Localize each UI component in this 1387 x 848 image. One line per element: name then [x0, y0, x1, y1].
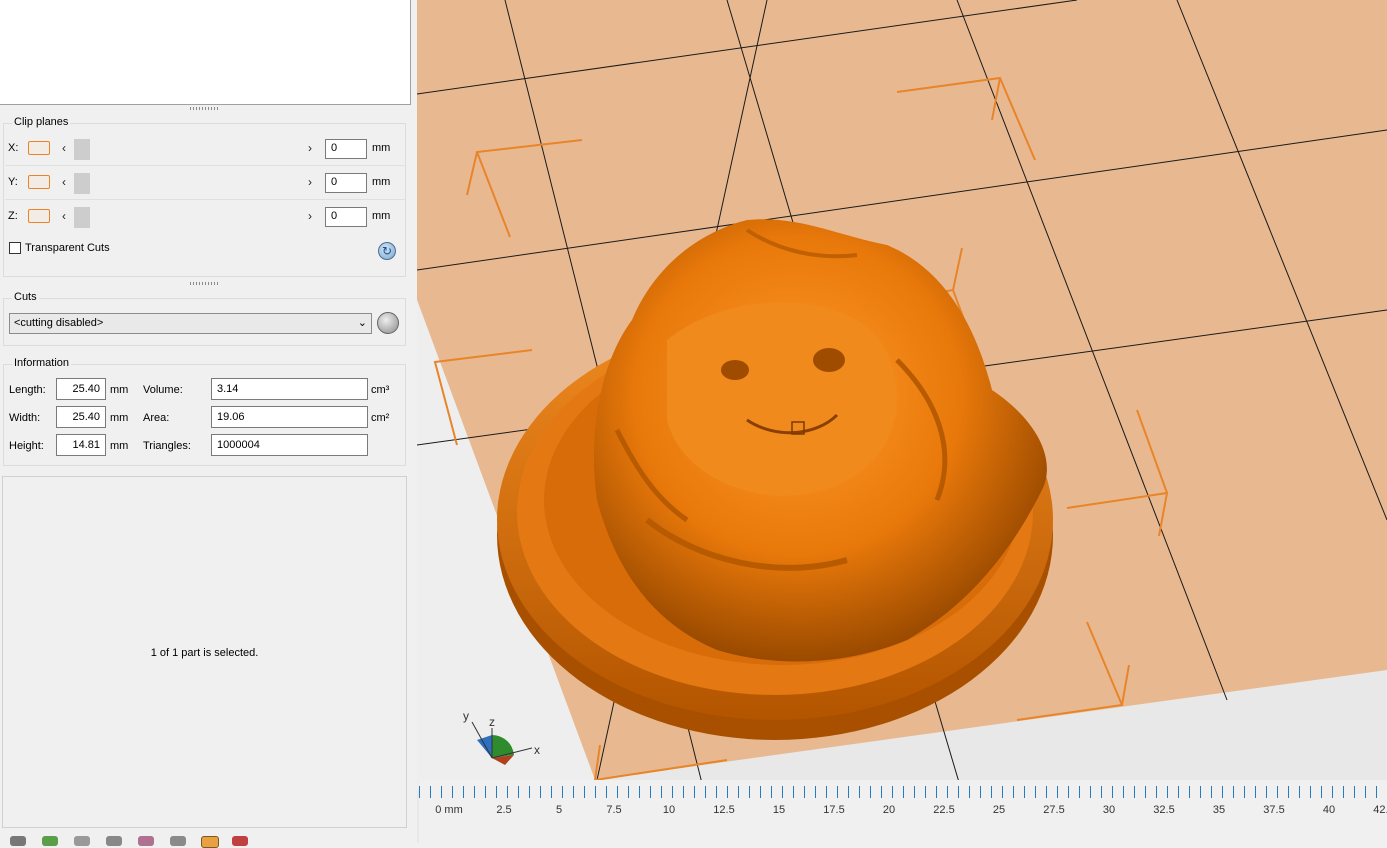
area-label: Area:: [143, 412, 170, 424]
splitter-grip[interactable]: [190, 282, 220, 285]
length-label: Length:: [9, 384, 46, 396]
ruler-label: 12.5: [713, 804, 735, 816]
area-value: 19.06: [211, 406, 368, 428]
chevron-right-icon[interactable]: ›: [308, 175, 312, 189]
reset-icon[interactable]: ↻: [378, 242, 396, 260]
ruler-label: 37.5: [1263, 804, 1285, 816]
area-unit: cm²: [371, 412, 390, 424]
chevron-right-icon[interactable]: ›: [308, 141, 312, 155]
volume-label: Volume:: [143, 384, 183, 396]
ruler-label: 25: [992, 804, 1006, 816]
splitter-grip[interactable]: [190, 107, 220, 110]
globe-icon[interactable]: [377, 312, 399, 334]
clip-axis-label: X:: [8, 142, 19, 154]
clip-row-x: X: ‹ › 0 mm: [8, 138, 400, 160]
width-unit: mm: [110, 412, 129, 424]
height-unit: mm: [110, 440, 129, 452]
axis-z-label: z: [489, 715, 495, 729]
gear-icon[interactable]: [10, 836, 26, 846]
layers-icon[interactable]: [170, 836, 186, 846]
ruler-label: 40: [1322, 804, 1336, 816]
clip-value-y[interactable]: 0: [325, 173, 367, 193]
ruler-label: 10: [662, 804, 676, 816]
ruler-label: 2.5: [496, 804, 512, 816]
ruler-label: 32.5: [1153, 804, 1175, 816]
clip-row-z: Z: ‹ › 0 mm: [8, 206, 400, 228]
bottom-toolbar: [0, 830, 412, 848]
length-value: 25.40: [56, 378, 106, 400]
ruler-label: 27.5: [1043, 804, 1065, 816]
cuts-title: Cuts: [12, 291, 39, 303]
divider: [5, 165, 406, 166]
clip-unit: mm: [372, 142, 391, 154]
ruler-label: 0 mm: [435, 804, 463, 816]
ruler-ticks: [419, 786, 1387, 798]
ruler-label: 35: [1212, 804, 1226, 816]
globe-icon[interactable]: [42, 836, 58, 846]
clip-unit: mm: [372, 210, 391, 222]
width-label: Width:: [9, 412, 41, 424]
information-title: Information: [12, 357, 72, 369]
length-unit: mm: [110, 384, 129, 396]
box-icon[interactable]: [138, 836, 154, 846]
left-panel: Clip planes X: ‹ › 0 mm Y: ‹ › 0 mm Z: ‹…: [0, 0, 412, 848]
cuts-selected-value: <cutting disabled>: [14, 317, 104, 329]
clip-slider-x[interactable]: [74, 139, 90, 160]
clip-toggle-y[interactable]: [28, 175, 50, 189]
grid-icon[interactable]: [232, 836, 248, 846]
clip-row-y: Y: ‹ › 0 mm: [8, 172, 400, 194]
selection-status-text: 1 of 1 part is selected.: [150, 647, 259, 659]
clip-value-z[interactable]: 0: [325, 207, 367, 227]
ruler-label: 15: [772, 804, 786, 816]
volume-unit: cm³: [371, 384, 390, 396]
triangles-value: 1000004: [211, 434, 368, 456]
ruler-label: 42.5: [1373, 804, 1387, 816]
transparent-cuts-label: Transparent Cuts: [25, 242, 110, 254]
chevron-left-icon[interactable]: ‹: [62, 209, 66, 223]
ruler: 0 mm 2.5 5 7.5 10 12.5 15 17.5 20 22.5 25 27.5 30 32.…: [419, 780, 1387, 843]
clip-toggle-z[interactable]: [28, 209, 50, 223]
view-icon[interactable]: [74, 836, 90, 846]
ruler-label: 7.5: [606, 804, 622, 816]
clip-toggle-x[interactable]: [28, 141, 50, 155]
selection-status-panel: 1 of 1 part is selected.: [2, 476, 407, 828]
chevron-left-icon[interactable]: ‹: [62, 175, 66, 189]
clip-axis-label: Z:: [8, 210, 18, 222]
ruler-label: 17.5: [823, 804, 845, 816]
height-value: 14.81: [56, 434, 106, 456]
axis-y-label: y: [463, 709, 469, 723]
ruler-label: 22.5: [933, 804, 955, 816]
clip-slider-z[interactable]: [74, 207, 90, 228]
clip-axis-label: Y:: [8, 176, 18, 188]
cuts-select[interactable]: <cutting disabled> ⌄: [9, 313, 372, 334]
height-label: Height:: [9, 440, 44, 452]
ruler-label: 5: [555, 804, 563, 816]
chevron-right-icon[interactable]: ›: [308, 209, 312, 223]
3d-viewport[interactable]: x y z: [417, 0, 1387, 843]
frame-icon[interactable]: [201, 836, 219, 848]
axis-x-label: x: [534, 743, 540, 757]
triangles-label: Triangles:: [143, 440, 191, 452]
clip-unit: mm: [372, 176, 391, 188]
ruler-label: 20: [882, 804, 896, 816]
volume-value: 3.14: [211, 378, 368, 400]
clip-planes-title: Clip planes: [12, 116, 71, 128]
transparent-cuts-checkbox[interactable]: [9, 242, 21, 254]
width-value: 25.40: [56, 406, 106, 428]
divider: [5, 199, 406, 200]
ruler-label: 30: [1102, 804, 1116, 816]
clip-slider-y[interactable]: [74, 173, 90, 194]
chevron-down-icon: ⌄: [357, 317, 367, 329]
parts-list[interactable]: [0, 0, 411, 105]
camera-icon[interactable]: [106, 836, 122, 846]
clip-value-x[interactable]: 0: [325, 139, 367, 159]
viewport-canvas[interactable]: x y z: [417, 0, 1387, 843]
chevron-left-icon[interactable]: ‹: [62, 141, 66, 155]
